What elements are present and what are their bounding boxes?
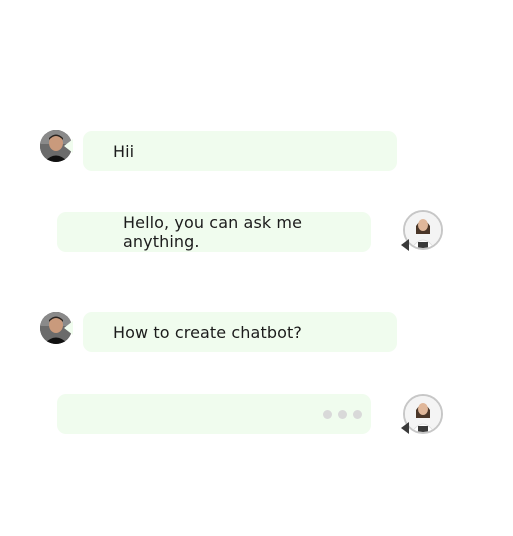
typing-bubble: [57, 394, 371, 434]
message-bubble: Hii: [83, 131, 397, 171]
typing-dot: [323, 410, 332, 419]
bubble-tail: [64, 321, 73, 335]
typing-dot: [338, 410, 347, 419]
bubble-tail: [401, 422, 409, 434]
typing-indicator: [323, 410, 362, 419]
bubble-tail: [64, 139, 73, 153]
typing-dot: [353, 410, 362, 419]
message-text: How to create chatbot?: [113, 322, 302, 342]
message-bubble: Hello, you can ask me anything.: [57, 212, 371, 252]
message-text: Hii: [113, 141, 135, 161]
message-bubble: How to create chatbot?: [83, 312, 397, 352]
bot-avatar-icon: [405, 396, 441, 432]
message-text: Hello, you can ask me anything.: [123, 213, 303, 251]
bot-avatar: [403, 394, 443, 434]
bot-avatar-icon: [405, 212, 441, 248]
bot-avatar: [403, 210, 443, 250]
bubble-tail: [401, 239, 409, 251]
